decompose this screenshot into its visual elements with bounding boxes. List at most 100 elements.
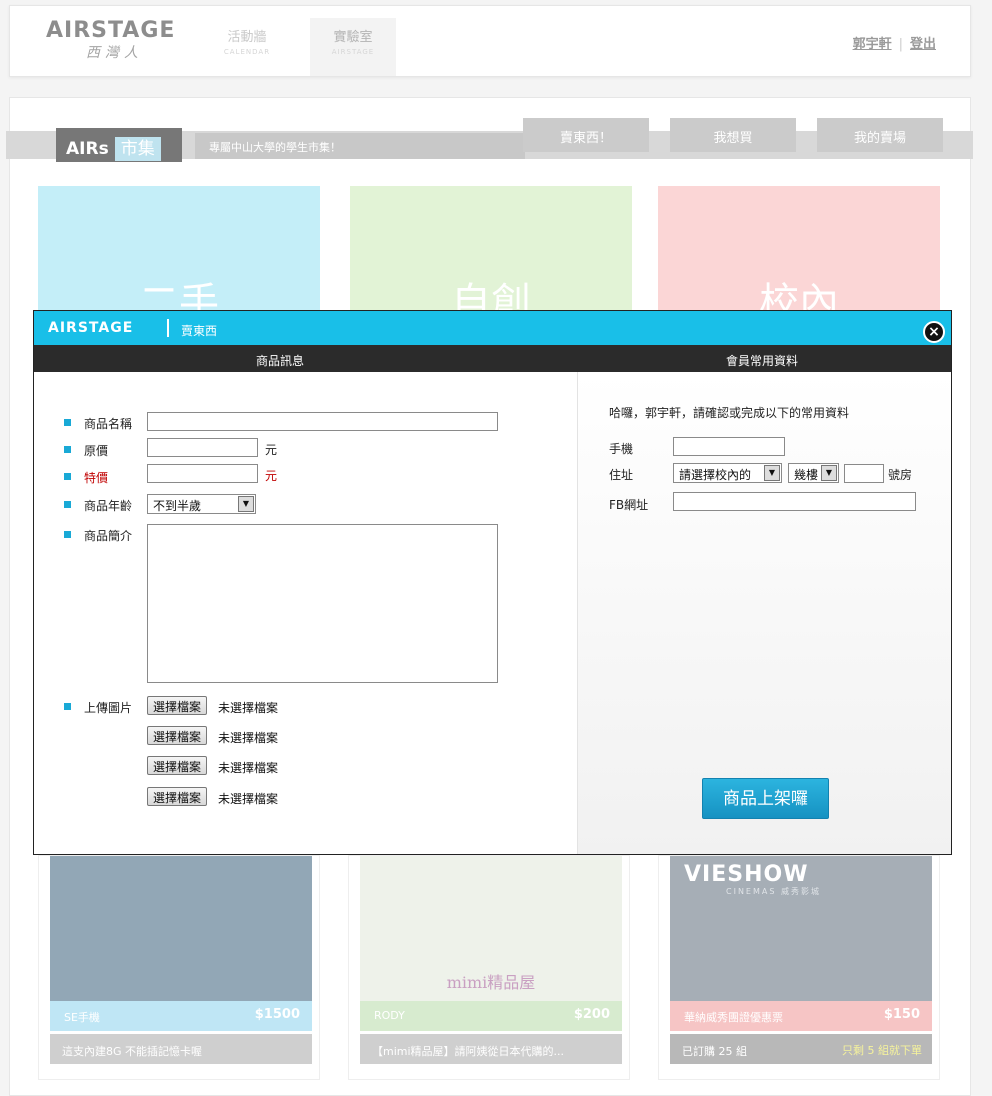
room-input[interactable] xyxy=(844,464,884,483)
category-label: 自創 xyxy=(451,280,531,312)
product-bar: RODY $200 xyxy=(360,1001,622,1031)
floor-select[interactable]: 幾樓 ▼ xyxy=(788,463,839,483)
dorm-select[interactable]: 請選擇校內的 ▼ xyxy=(673,463,782,483)
logo-subtitle: 西灣人 xyxy=(86,45,143,61)
field-label: 商品名稱 xyxy=(84,417,133,431)
orig-price-input[interactable] xyxy=(147,438,258,457)
market-tab-sell[interactable]: 賣東西！ xyxy=(523,118,649,152)
nav-tab-calendar[interactable]: 活動牆 CALENDAR xyxy=(204,18,290,76)
file-status: 未選擇檔案 xyxy=(218,731,279,745)
product-bar: SE手機 $1500 xyxy=(50,1001,312,1031)
category-label: 校內 xyxy=(759,280,839,312)
age-select-value: 不到半歲 xyxy=(153,499,202,513)
tab-member-info[interactable]: 會員常用資料 xyxy=(726,352,798,369)
product-name: 華納威秀團證優惠票 xyxy=(684,1011,783,1024)
product-name: RODY xyxy=(374,1009,405,1022)
file-status: 未選擇檔案 xyxy=(218,701,279,715)
product-bar: 華納威秀團證優惠票 $150 xyxy=(670,1001,932,1031)
room-suffix: 號房 xyxy=(888,468,913,482)
nav-tab-lab[interactable]: 實驗室 AIRSTAGE xyxy=(310,18,396,76)
member-greeting: 哈囉，郭宇軒，請確認或完成以下的常用資料 xyxy=(609,406,850,420)
market-slogan: 專屬中山大學的學生市集！ xyxy=(195,133,525,159)
close-icon[interactable]: × xyxy=(923,321,945,343)
phone-label: 手機 xyxy=(609,442,634,456)
category-label: 二手 xyxy=(139,280,219,312)
product-desc: 這支內建8G 不能插記憶卡喔 xyxy=(50,1034,312,1064)
file-status: 未選擇檔案 xyxy=(218,761,279,775)
address-label: 住址 xyxy=(609,468,634,482)
modal-header-divider xyxy=(167,319,169,337)
submit-product-button[interactable]: 商品上架囉 xyxy=(702,778,829,819)
choose-file-button[interactable]: 選擇檔案 xyxy=(147,726,208,745)
market-tab-my-shop[interactable]: 我的賣場 xyxy=(817,118,943,152)
bullet-icon xyxy=(64,501,71,508)
category-handmade[interactable]: 自創 xyxy=(350,186,632,312)
market-logo-text: AIRs xyxy=(66,139,109,159)
tab-product-info[interactable]: 商品訊息 xyxy=(256,352,304,369)
category-campus[interactable]: 校內 xyxy=(658,186,940,312)
bullet-icon xyxy=(64,703,71,710)
field-label: 商品年齡 xyxy=(84,499,133,513)
product-name: SE手機 xyxy=(64,1011,100,1024)
bullet-icon xyxy=(64,473,71,480)
member-info-form: 哈囉，郭宇軒，請確認或完成以下的常用資料 手機 住址 請選擇校內的 ▼ 幾樓 ▼… xyxy=(577,372,951,854)
product-card[interactable]: mimi精品屋 RODY $200 【mimi精品屋】請阿姨從日本代購的... xyxy=(348,855,630,1080)
product-image-brand-sub: CINEMAS 威秀影城 xyxy=(726,887,821,896)
market-tab-buy[interactable]: 我想買 xyxy=(670,118,796,152)
nav-tab-label: 活動牆 xyxy=(227,30,267,45)
age-select[interactable]: 不到半歲 ▼ xyxy=(147,494,256,514)
product-name-input[interactable] xyxy=(147,412,498,431)
nav-tab-sub: AIRSTAGE xyxy=(331,48,375,56)
bullet-icon xyxy=(64,419,71,426)
product-card[interactable]: SE手機 $1500 這支內建8G 不能插記憶卡喔 xyxy=(38,855,320,1080)
user-links: 郭宇軒 | 登出 xyxy=(853,33,936,52)
sell-item-modal: AIRSTAGE 賣東西 × 商品訊息 會員常用資料 商品名稱 原價 元 特價 … xyxy=(33,310,952,855)
fb-url-input[interactable] xyxy=(673,492,916,511)
field-label: 上傳圖片 xyxy=(84,701,133,715)
chevron-down-icon: ▼ xyxy=(764,465,780,481)
choose-file-button[interactable]: 選擇檔案 xyxy=(147,787,208,806)
special-price-input[interactable] xyxy=(147,464,258,483)
product-image-caption: mimi精品屋 xyxy=(446,973,536,992)
intro-textarea[interactable] xyxy=(147,524,498,683)
product-image: VIESHOW CINEMAS 威秀影城 xyxy=(670,856,932,1001)
modal-header: AIRSTAGE 賣東西 × xyxy=(34,311,951,345)
modal-tabs: 商品訊息 會員常用資料 xyxy=(34,345,951,372)
logout-link[interactable]: 登出 xyxy=(910,37,936,52)
currency-unit: 元 xyxy=(265,469,278,483)
chevron-down-icon: ▼ xyxy=(821,465,837,481)
product-remaining-note: 只剩 5 組就下單 xyxy=(842,1044,922,1057)
product-price: $200 xyxy=(573,1007,610,1022)
market-logo[interactable]: AIRs 市集 xyxy=(56,128,182,162)
field-label: 商品簡介 xyxy=(84,529,133,543)
product-price: $150 xyxy=(883,1007,920,1022)
choose-file-button[interactable]: 選擇檔案 xyxy=(147,756,208,775)
fb-label: FB網址 xyxy=(609,498,649,512)
bullet-icon xyxy=(64,531,71,538)
choose-file-button[interactable]: 選擇檔案 xyxy=(147,696,208,715)
category-secondhand[interactable]: 二手 xyxy=(38,186,320,312)
chevron-down-icon: ▼ xyxy=(238,496,254,512)
airstage-logo[interactable]: AIRSTAGE 西灣人 xyxy=(46,18,196,66)
product-image xyxy=(50,856,312,1001)
product-desc: 已訂購 25 組 只剩 5 組就下單 xyxy=(670,1034,932,1064)
nav-tab-sub: CALENDAR xyxy=(223,48,271,56)
product-price: $1500 xyxy=(254,1007,300,1022)
floor-select-value: 幾樓 xyxy=(794,468,819,482)
bullet-icon xyxy=(64,446,71,453)
currency-unit: 元 xyxy=(265,443,278,457)
product-card[interactable]: VIESHOW CINEMAS 威秀影城 華納威秀團證優惠票 $150 已訂購 … xyxy=(658,855,940,1080)
product-image-brand: VIESHOW xyxy=(684,862,809,887)
field-label: 特價 xyxy=(84,471,109,485)
top-header: AIRSTAGE 西灣人 活動牆 CALENDAR 實驗室 AIRSTAGE 郭… xyxy=(9,5,971,77)
phone-input[interactable] xyxy=(673,437,785,456)
product-info-form: 商品名稱 原價 元 特價 元 商品年齡 不到半歲 ▼ 商品簡介 上傳圖片 選擇檔… xyxy=(34,372,577,854)
modal-logo: AIRSTAGE xyxy=(48,320,134,336)
product-order-count: 已訂購 25 組 xyxy=(682,1045,747,1058)
market-logo-cn: 市集 xyxy=(114,137,161,161)
user-links-separator: | xyxy=(898,37,903,52)
user-name-link[interactable]: 郭宇軒 xyxy=(853,37,892,52)
product-image: mimi精品屋 xyxy=(360,856,622,1001)
nav-tab-label: 實驗室 xyxy=(333,30,373,45)
modal-title: 賣東西 xyxy=(181,324,218,338)
